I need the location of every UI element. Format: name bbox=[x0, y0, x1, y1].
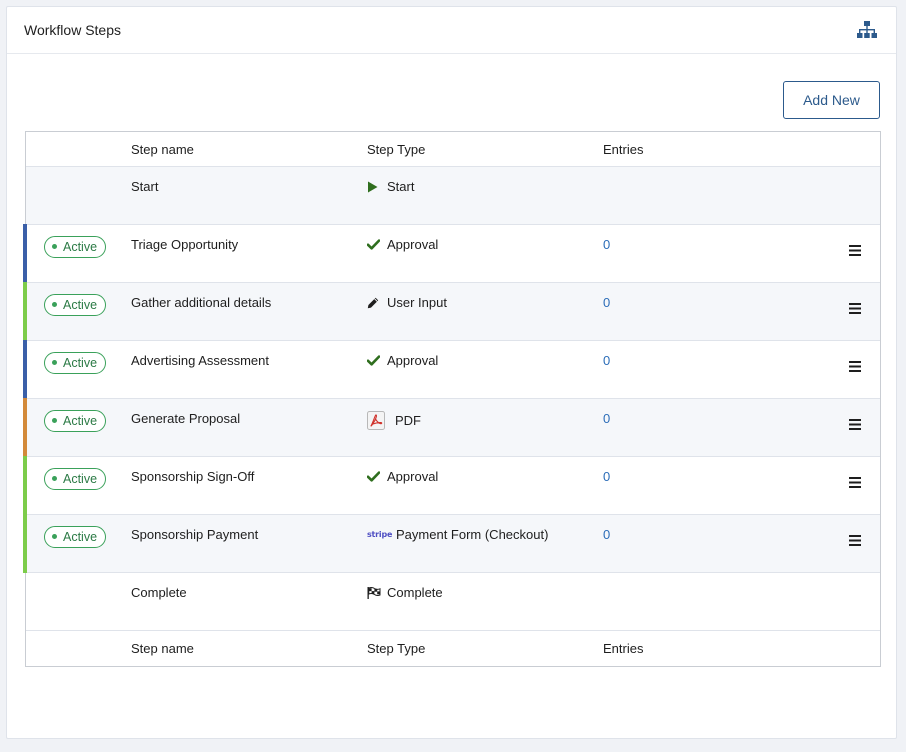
status-dot-icon bbox=[52, 534, 57, 539]
start-step-type: Start bbox=[387, 179, 415, 194]
check-icon bbox=[367, 355, 383, 366]
status-badge[interactable]: Active bbox=[44, 293, 107, 316]
play-icon bbox=[367, 181, 383, 193]
step-color-accent bbox=[23, 456, 27, 515]
status-badge[interactable]: Active bbox=[44, 525, 107, 548]
step-color-accent bbox=[23, 340, 27, 399]
step-name-column-footer: Step name bbox=[131, 641, 194, 656]
pdf-icon bbox=[367, 411, 391, 430]
step-color-accent bbox=[23, 224, 27, 283]
step-type: User Input bbox=[387, 295, 447, 310]
hamburger-menu-icon[interactable] bbox=[849, 303, 861, 314]
step-name[interactable]: Sponsorship Sign-Off bbox=[131, 469, 254, 484]
step-color-accent bbox=[23, 514, 27, 573]
entries-count-link[interactable]: 0 bbox=[603, 411, 610, 426]
status-badge[interactable]: Active bbox=[44, 235, 107, 258]
step-name[interactable]: Advertising Assessment bbox=[131, 353, 269, 368]
table-row[interactable]: Active Sponsorship Sign-Off Approval 0 bbox=[23, 456, 880, 515]
status-badge-label: Active bbox=[63, 297, 98, 312]
status-badge[interactable]: Active bbox=[44, 351, 107, 374]
panel-title: Workflow Steps bbox=[24, 22, 121, 38]
step-color-accent bbox=[23, 398, 27, 457]
step-name[interactable]: Generate Proposal bbox=[131, 411, 240, 426]
entries-column-header: Entries bbox=[603, 141, 644, 157]
complete-step-type: Complete bbox=[387, 585, 443, 600]
step-name[interactable]: Gather additional details bbox=[131, 295, 271, 310]
step-name-column-header: Step name bbox=[131, 141, 194, 157]
status-dot-icon bbox=[52, 476, 57, 481]
complete-row: Complete Complete bbox=[26, 573, 880, 631]
status-dot-icon bbox=[52, 418, 57, 423]
sitemap-icon[interactable] bbox=[856, 20, 878, 40]
entries-count-link[interactable]: 0 bbox=[603, 469, 610, 484]
complete-step-name: Complete bbox=[131, 585, 187, 600]
pencil-icon bbox=[367, 297, 383, 309]
table-row[interactable]: Active Advertising Assessment Approval 0 bbox=[23, 340, 880, 399]
status-badge-label: Active bbox=[63, 529, 98, 544]
workflow-steps-panel: Workflow Steps Add New Step name Step Ty… bbox=[6, 6, 897, 739]
status-badge-label: Active bbox=[63, 413, 98, 428]
hamburger-menu-icon[interactable] bbox=[849, 535, 861, 546]
table-header-row: Step name Step Type Entries bbox=[26, 132, 880, 167]
start-row: Start Start bbox=[26, 167, 880, 225]
status-badge[interactable]: Active bbox=[44, 467, 107, 490]
step-name[interactable]: Sponsorship Payment bbox=[131, 527, 258, 542]
hamburger-menu-icon[interactable] bbox=[849, 419, 861, 430]
table-row[interactable]: Active Generate Proposal PDF 0 bbox=[23, 398, 880, 457]
status-dot-icon bbox=[52, 360, 57, 365]
table-row[interactable]: Active Sponsorship Payment stripe Payment F… bbox=[23, 514, 880, 573]
status-badge-label: Active bbox=[63, 471, 98, 486]
step-type: Approval bbox=[387, 353, 439, 368]
add-new-button[interactable]: Add New bbox=[783, 81, 880, 119]
entries-column-footer: Entries bbox=[603, 641, 644, 656]
hamburger-menu-icon[interactable] bbox=[849, 477, 861, 488]
status-badge-label: Active bbox=[63, 355, 98, 370]
step-type: Approval bbox=[387, 469, 439, 484]
check-icon bbox=[367, 239, 383, 250]
start-step-name: Start bbox=[131, 179, 159, 194]
table-footer-row: Step name Step Type Entries bbox=[26, 631, 880, 666]
workflow-steps-table: Step name Step Type Entries Start Start … bbox=[23, 131, 881, 667]
status-dot-icon bbox=[52, 302, 57, 307]
step-color-accent bbox=[23, 282, 27, 341]
entries-count-link[interactable]: 0 bbox=[603, 527, 610, 542]
step-type: Payment Form (Checkout) bbox=[396, 527, 549, 542]
step-type-column-header: Step Type bbox=[367, 141, 426, 157]
entries-count-link[interactable]: 0 bbox=[603, 237, 610, 252]
check-icon bbox=[367, 471, 383, 482]
step-name[interactable]: Triage Opportunity bbox=[131, 237, 238, 252]
step-type: Approval bbox=[387, 237, 439, 252]
stripe-icon: stripe bbox=[367, 530, 393, 539]
status-dot-icon bbox=[52, 244, 57, 249]
panel-header: Workflow Steps bbox=[7, 7, 896, 54]
table-row[interactable]: Active Triage Opportunity Approval 0 bbox=[23, 224, 880, 283]
checkered-flag-icon bbox=[367, 586, 383, 599]
status-badge-label: Active bbox=[63, 239, 98, 254]
hamburger-menu-icon[interactable] bbox=[849, 361, 861, 372]
step-type-column-footer: Step Type bbox=[367, 641, 426, 656]
status-badge[interactable]: Active bbox=[44, 409, 107, 432]
step-type: PDF bbox=[395, 413, 421, 428]
hamburger-menu-icon[interactable] bbox=[849, 245, 861, 256]
entries-count-link[interactable]: 0 bbox=[603, 295, 610, 310]
table-row[interactable]: Active Gather additional details User Inpu… bbox=[23, 282, 880, 341]
entries-count-link[interactable]: 0 bbox=[603, 353, 610, 368]
